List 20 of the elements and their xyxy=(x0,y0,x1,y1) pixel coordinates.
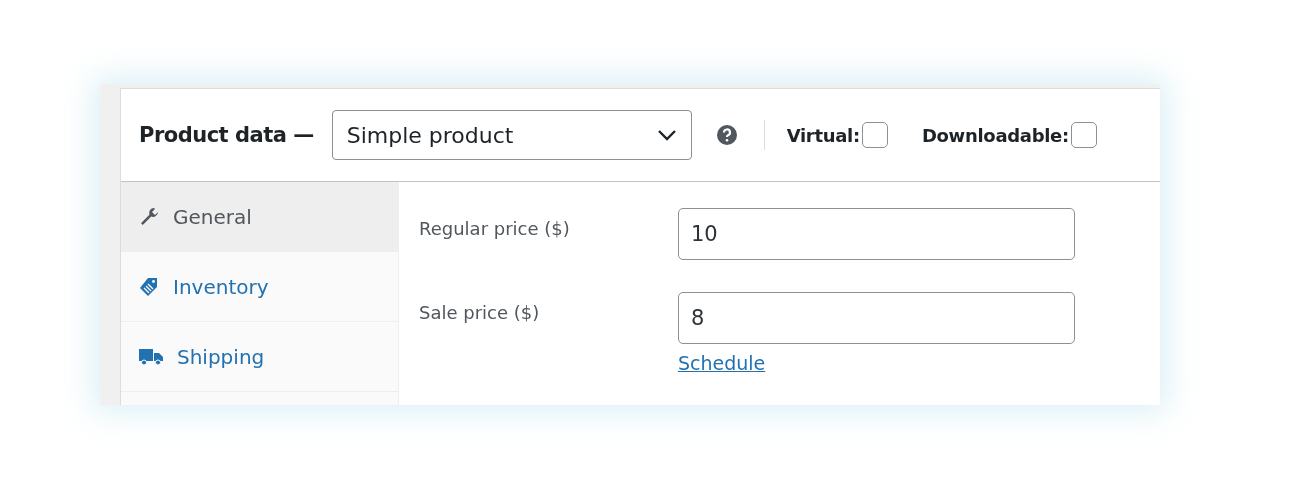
option-label: Virtual: xyxy=(786,124,860,146)
field-label: Sale price ($) xyxy=(419,301,541,323)
panel-title: Product data — xyxy=(139,123,314,147)
checkbox[interactable] xyxy=(1070,122,1097,148)
truck-icon xyxy=(139,347,163,366)
schedule-link[interactable]: Schedule xyxy=(678,352,766,374)
option-label: Downloadable: xyxy=(921,124,1069,146)
tag-icon xyxy=(139,276,159,297)
price-field[interactable]: 8 xyxy=(678,292,1075,344)
checkbox[interactable] xyxy=(861,122,888,148)
sidebar-tab[interactable]: General xyxy=(121,182,398,252)
product-type-dropdown[interactable]: Simple product xyxy=(331,110,692,160)
price-field[interactable]: 10 xyxy=(678,208,1075,260)
tab-label: General xyxy=(173,204,252,229)
tab-label: Shipping xyxy=(177,344,265,369)
help-icon[interactable] xyxy=(715,124,738,146)
chevron-down-icon xyxy=(656,129,677,141)
tab-label: Inventory xyxy=(173,274,269,299)
field-label: Regular price ($) xyxy=(419,217,571,239)
wrench-icon xyxy=(139,206,159,227)
